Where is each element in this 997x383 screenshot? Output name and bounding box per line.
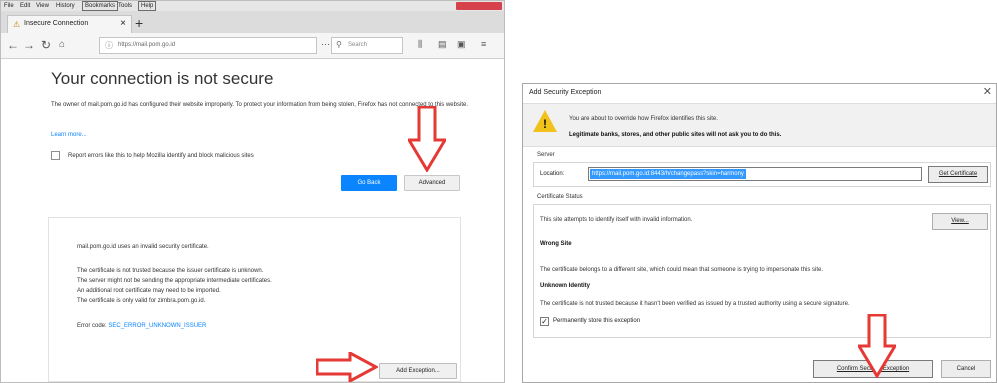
tab-insecure-connection[interactable]: ⚠ Insecure Connection × bbox=[7, 15, 132, 33]
get-certificate-button[interactable]: Get Certificate bbox=[928, 166, 988, 183]
location-input[interactable]: https://mail.pom.go.id:8443/h/changepass… bbox=[588, 167, 922, 181]
menu-tools[interactable]: Tools bbox=[118, 1, 132, 11]
cancel-button[interactable]: Cancel bbox=[941, 360, 991, 378]
exclamation-icon: ! bbox=[543, 117, 547, 131]
url-bar[interactable]: ⓘ https://mail.pom.go.id bbox=[99, 37, 317, 54]
menu-history[interactable]: History bbox=[56, 1, 75, 11]
menu-edit[interactable]: Edit bbox=[20, 1, 30, 11]
tab-strip: ⚠ Insecure Connection × + bbox=[1, 11, 504, 33]
get-certificate-label: Get Certificate bbox=[938, 171, 978, 177]
permanently-store-checkbox[interactable]: ✓ bbox=[540, 317, 549, 326]
cert-detail-line: The certificate is not trusted because t… bbox=[77, 268, 264, 274]
location-label: Location: bbox=[540, 171, 565, 177]
add-exception-button[interactable]: Add Exception... bbox=[379, 363, 457, 379]
window-controls[interactable] bbox=[456, 2, 502, 10]
menu-help[interactable]: Help bbox=[138, 1, 157, 11]
location-value: https://mail.pom.go.id:8443/h/changepass… bbox=[590, 169, 746, 179]
wrong-site-heading: Wrong Site bbox=[540, 241, 572, 247]
warning-text: You are about to override how Firefox id… bbox=[569, 116, 718, 122]
forward-icon[interactable]: → bbox=[23, 38, 35, 52]
search-bar[interactable]: ⚲ Search bbox=[331, 37, 403, 54]
unknown-identity-text: The certificate is not trusted because i… bbox=[540, 301, 850, 307]
menu-file[interactable]: File bbox=[4, 1, 14, 11]
warning-icon: ⚠ bbox=[13, 20, 21, 29]
advanced-panel: mail.pom.go.id uses an invalid security … bbox=[48, 217, 461, 382]
reload-icon[interactable]: ↻ bbox=[41, 38, 51, 52]
navigation-bar: ← → ↻ ⌂ ⓘ https://mail.pom.go.id ⋯ ⚲ Sea… bbox=[1, 33, 504, 59]
search-placeholder: Search bbox=[348, 42, 368, 48]
report-errors-label: Report errors like this to help Mozilla … bbox=[68, 153, 254, 159]
add-security-exception-dialog: Add Security Exception ✕ ! You are about… bbox=[522, 83, 997, 383]
permanently-store-label: Permanently store this exception bbox=[553, 318, 641, 324]
invalid-cert-text: mail.pom.go.id uses an invalid security … bbox=[77, 244, 209, 250]
view-label: View... bbox=[951, 218, 969, 224]
certificate-status-group: This site attempts to identify itself wi… bbox=[533, 204, 991, 338]
learn-more-link[interactable]: Learn more... bbox=[51, 132, 87, 138]
url-text: https://mail.pom.go.id bbox=[118, 42, 176, 48]
advanced-button[interactable]: Advanced bbox=[404, 175, 460, 191]
certificate-status-label: Certificate Status bbox=[537, 194, 583, 200]
close-tab-icon[interactable]: × bbox=[120, 18, 126, 29]
server-group-label: Server bbox=[537, 152, 555, 158]
status-intro: This site attempts to identify itself wi… bbox=[540, 217, 693, 223]
warning-text-bold: Legitimate banks, stores, and other publ… bbox=[569, 132, 782, 138]
page-title: Your connection is not secure bbox=[51, 69, 274, 88]
wrong-site-text: The certificate belongs to a different s… bbox=[540, 267, 824, 273]
screenshot-root: File Edit View History Bookmarks Tools H… bbox=[0, 0, 997, 383]
page-actions-icon[interactable]: ⋯ bbox=[321, 39, 330, 50]
view-button[interactable]: View... bbox=[932, 213, 988, 230]
menu-bookmarks[interactable]: Bookmarks bbox=[82, 1, 119, 11]
library-icon[interactable]: ⫼ bbox=[418, 39, 422, 50]
go-back-button[interactable]: Go Back bbox=[341, 175, 397, 191]
red-arrow-down-icon bbox=[408, 106, 446, 172]
server-group: Location: https://mail.pom.go.id:8443/h/… bbox=[533, 162, 991, 187]
menu-bar: File Edit View History Bookmarks Tools H… bbox=[1, 1, 504, 11]
cert-detail-line: An additional root certificate may need … bbox=[77, 288, 221, 294]
search-icon: ⚲ bbox=[336, 40, 342, 49]
red-arrow-down-icon bbox=[858, 314, 896, 378]
dialog-titlebar: Add Security Exception ✕ bbox=[523, 84, 996, 102]
red-arrow-right-icon bbox=[316, 352, 378, 382]
error-code-label: Error code: bbox=[77, 323, 107, 329]
close-icon[interactable]: ✕ bbox=[983, 85, 992, 98]
report-errors-checkbox[interactable] bbox=[51, 151, 60, 160]
new-tab-icon[interactable]: + bbox=[135, 16, 143, 30]
extension-icon[interactable]: ▣ bbox=[457, 39, 466, 50]
error-code-link[interactable]: SEC_ERROR_UNKNOWN_ISSUER bbox=[108, 323, 206, 329]
unknown-identity-heading: Unknown Identity bbox=[540, 283, 590, 289]
menu-view[interactable]: View bbox=[36, 1, 49, 11]
sidebar-icon[interactable]: ▤ bbox=[438, 39, 447, 50]
error-code-row: Error code: SEC_ERROR_UNKNOWN_ISSUER bbox=[77, 323, 206, 329]
back-icon[interactable]: ← bbox=[7, 38, 19, 52]
firefox-window: File Edit View History Bookmarks Tools H… bbox=[0, 0, 505, 383]
cert-detail-line: The certificate is only valid for zimbra… bbox=[77, 298, 206, 304]
tab-title: Insecure Connection bbox=[24, 20, 89, 27]
site-info-icon[interactable]: ⓘ bbox=[105, 40, 113, 51]
dialog-title: Add Security Exception bbox=[529, 89, 602, 96]
hamburger-menu-icon[interactable]: ≡ bbox=[481, 39, 486, 49]
home-icon[interactable]: ⌂ bbox=[59, 39, 65, 50]
cert-detail-line: The server might not be sending the appr… bbox=[77, 278, 272, 284]
warning-banner: ! You are about to override how Firefox … bbox=[523, 103, 996, 147]
